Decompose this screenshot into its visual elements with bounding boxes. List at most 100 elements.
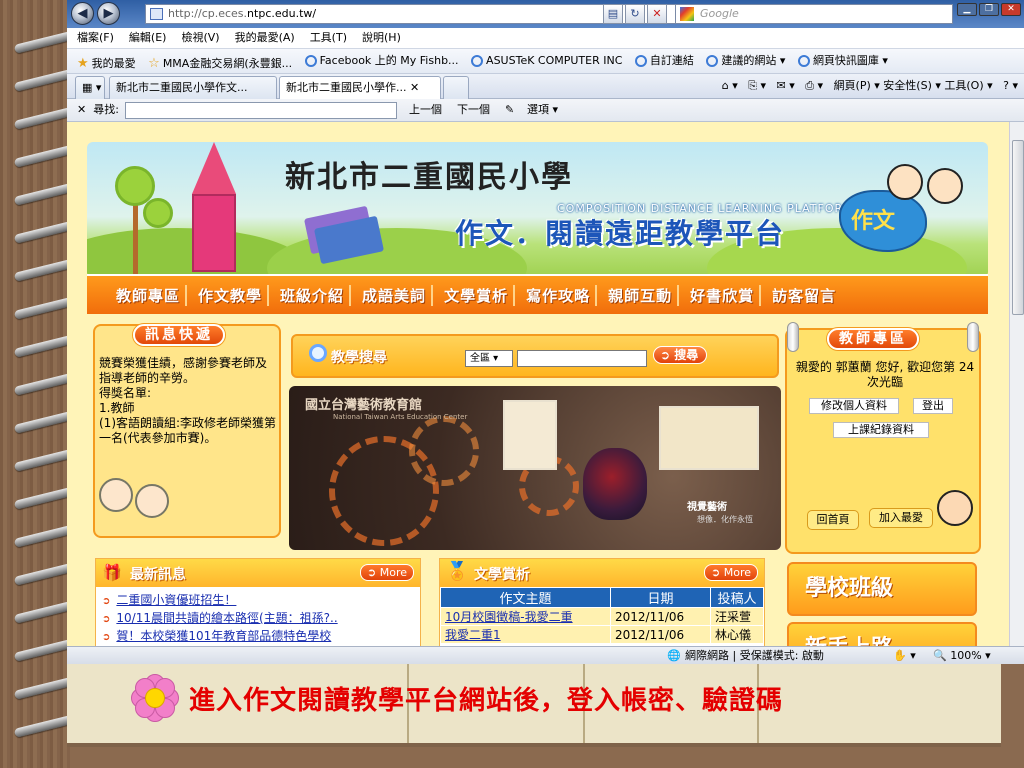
arrow-icon: ➲	[102, 596, 111, 607]
tab-1[interactable]: 新北市二重國民小學作文...	[109, 76, 277, 99]
logout-button[interactable]: 登出	[913, 398, 953, 414]
column-header: 投稿人	[710, 587, 764, 608]
latest-more-button[interactable]: ➲ More	[360, 564, 414, 581]
compat-icon[interactable]: ▤	[603, 4, 623, 24]
nav-class-intro[interactable]: 班級介紹	[275, 284, 352, 306]
vertical-scrollbar[interactable]	[1009, 122, 1024, 646]
find-close-icon[interactable]: ✕	[77, 103, 86, 116]
school-name: 新北市二重國民小學	[285, 160, 573, 195]
find-input[interactable]	[125, 102, 397, 119]
find-prev-button[interactable]: 上一個	[409, 99, 442, 121]
school-classes-button[interactable]: 學校班級	[787, 562, 977, 616]
column-header: 日期	[610, 587, 711, 608]
spiral-ring	[13, 221, 73, 244]
list-item: ➲ 10/11晨間共讀的繪本路徑(主題：祖孫?..	[102, 610, 420, 628]
menu-edit[interactable]: 編輯(E)	[129, 31, 167, 44]
news-link[interactable]: 賀！本校榮獲101年教育部品德特色學校	[116, 629, 331, 643]
news-link[interactable]: 二重國小資優班招生！	[116, 593, 236, 607]
protected-mode-icon[interactable]: ✋ ▾	[893, 647, 916, 664]
stop-icon[interactable]: ✕	[647, 4, 667, 24]
browser-window: ◀ ▶ http://cp.eces.ntpc.edu.tw/ ▤ ↻ ✕ Go…	[67, 0, 1024, 664]
spiral-ring	[13, 525, 73, 548]
add-favorite-button[interactable]: 加入最愛	[869, 508, 933, 528]
quick-tabs-icon[interactable]: ▦ ▾	[75, 76, 105, 99]
fav-label: 自訂連結	[649, 54, 694, 67]
spiral-ring	[13, 69, 73, 92]
more-label: More	[379, 566, 407, 579]
edit-profile-button[interactable]: 修改個人資料	[809, 398, 899, 414]
menu-file[interactable]: 檔案(F)	[77, 31, 114, 44]
refresh-icon[interactable]: ↻	[625, 4, 645, 24]
topic-link[interactable]: 10月校園徵稿-我愛二重	[440, 607, 611, 626]
close-icon[interactable]: ✕	[1001, 3, 1021, 16]
magnifier-icon	[309, 344, 327, 362]
search-title: 教學搜尋	[331, 350, 387, 366]
literature-more-button[interactable]: ➲ More	[704, 564, 758, 581]
grandma-icon	[99, 478, 133, 512]
topic-link[interactable]: 我愛二重1	[440, 625, 611, 644]
nav-parent-teacher[interactable]: 親師互動	[603, 284, 680, 306]
spiral-ring	[13, 373, 73, 396]
fav-item-suggested[interactable]: 建議的網站 ▾	[706, 49, 785, 73]
menu-help[interactable]: 說明(H)	[362, 31, 401, 44]
home-button[interactable]: 回首頁	[807, 510, 859, 530]
site-search-button[interactable]: ➲ 搜尋	[653, 346, 708, 364]
teacher-zone-title: 教師專區	[827, 328, 919, 350]
back-icon[interactable]: ◀	[71, 2, 94, 25]
nav-good-books[interactable]: 好書欣賞	[685, 284, 762, 306]
find-highlight-icon[interactable]: ✎	[505, 99, 514, 121]
command-bar[interactable]: ⌂ ▾ ⎘ ▾ ✉ ▾ ⎙ ▾ 網頁(P) ▾ 安全性(S) ▾ 工具(O) ▾…	[722, 74, 1018, 98]
arrow-icon: ➲	[102, 614, 111, 625]
zoom-value: 100%	[950, 649, 982, 662]
nav-idioms[interactable]: 成語美詞	[357, 284, 434, 306]
fav-item-asus[interactable]: ASUSTeK COMPUTER INC	[471, 49, 622, 73]
star-icon: ★	[77, 56, 89, 71]
arts-center-name: 國立台灣藝術教育館	[305, 398, 423, 413]
find-options-button[interactable]: 選項 ▾	[527, 99, 558, 121]
search-scope-select[interactable]: 全區 ▾	[465, 350, 513, 367]
cartoon-kid-icon	[887, 164, 923, 200]
maximize-icon[interactable]: ❐	[979, 3, 999, 16]
nav-literature[interactable]: 文學賞析	[439, 284, 516, 306]
add-favorite-icon: ☆	[148, 56, 160, 71]
fav-item-facebook[interactable]: Facebook 上的 My Fishb...	[304, 49, 459, 73]
list-item: ➲ 二重國小資優班招生！	[102, 592, 420, 610]
fav-item-webslice[interactable]: 網頁快訊圖庫 ▾	[797, 49, 888, 73]
nav-writing-tips[interactable]: 寫作攻略	[521, 284, 598, 306]
globe-icon: 🌐	[667, 649, 681, 662]
zoom-control[interactable]: 🔍 100% ▾	[933, 647, 991, 664]
new-tab-button[interactable]	[443, 76, 469, 99]
minimize-icon[interactable]: ▁	[957, 3, 977, 16]
nav-composition-teaching[interactable]: 作文教學	[193, 284, 270, 306]
arrow-icon: ➲	[102, 632, 111, 643]
ie-icon	[304, 55, 317, 67]
spiral-ring	[13, 31, 73, 54]
favorites-button[interactable]: ★ 我的最愛	[77, 52, 136, 73]
flower-icon	[131, 674, 179, 722]
nav-teacher-area[interactable]: 教師專區	[111, 284, 188, 306]
find-next-button[interactable]: 下一個	[457, 99, 490, 121]
news-link[interactable]: 10/11晨間共讀的繪本路徑(主題：祖孫?..	[116, 611, 337, 625]
medal-icon: 🏅	[446, 561, 469, 582]
menu-tools[interactable]: 工具(T)	[310, 31, 347, 44]
class-record-button[interactable]: 上課紀錄資料	[833, 422, 929, 438]
menu-favorites[interactable]: 我的最愛(A)	[235, 31, 295, 44]
welcome-message: 親愛的 郭蕙蘭 您好, 歡迎您第 24 次光臨	[795, 360, 975, 389]
list-item: ➲ 賀！本校榮獲101年教育部品德特色學校	[102, 628, 420, 646]
nav-guestbook[interactable]: 訪客留言	[767, 285, 841, 306]
scroll-thumb[interactable]	[1012, 140, 1024, 315]
latest-news-title: 最新訊息	[130, 567, 186, 583]
spiral-ring	[13, 601, 73, 624]
site-search-input[interactable]	[517, 350, 647, 367]
fav-item-custom-links[interactable]: 自訂連結	[634, 49, 694, 73]
menu-view[interactable]: 檢視(V)	[181, 31, 219, 44]
beginner-guide-button[interactable]: 新手上路	[787, 622, 977, 646]
notebook-binding	[0, 0, 73, 768]
arts-center-banner[interactable]: 國立台灣藝術教育館 National Taiwan Arts Education…	[289, 386, 781, 550]
school-site: 新北市二重國民小學 COMPOSITION DISTANCE LEARNING …	[87, 132, 988, 646]
tab-2[interactable]: 新北市二重國民小學作... ✕	[279, 76, 441, 99]
spiral-ring	[13, 107, 73, 130]
search-input[interactable]: Google	[675, 4, 953, 24]
fav-item-mma[interactable]: ☆ MMA金融交易網(永豐銀...	[148, 52, 292, 73]
forward-icon[interactable]: ▶	[97, 2, 120, 25]
